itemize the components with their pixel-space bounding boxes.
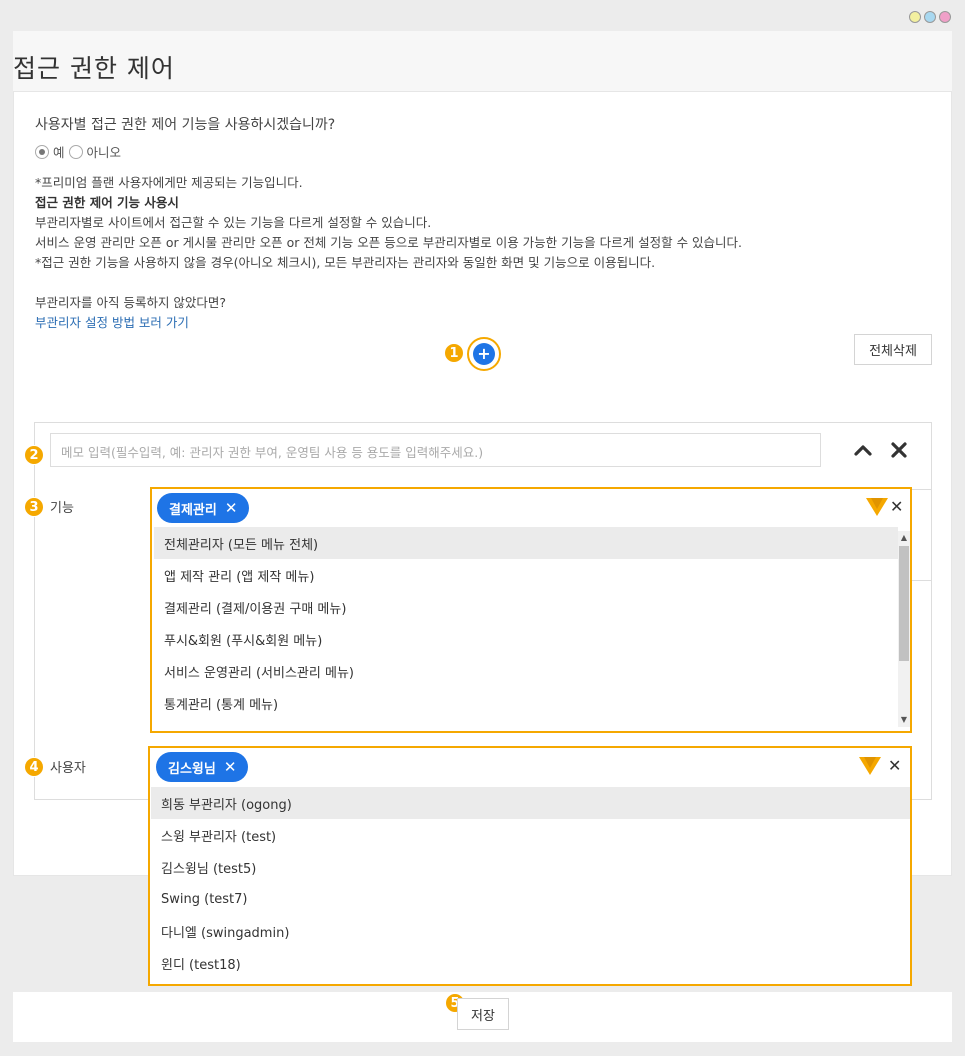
window-dot-blue[interactable] — [924, 11, 936, 23]
radio-yes[interactable] — [35, 144, 49, 159]
step-badge-4: 4 — [24, 757, 44, 777]
dropdown-arrow-icon[interactable] — [858, 756, 882, 776]
function-scrollbar-thumb[interactable] — [899, 546, 909, 661]
usage-heading: 접근 권한 제어 기능 사용시 — [35, 195, 179, 210]
scroll-up-icon[interactable]: ▲ — [898, 531, 910, 543]
function-option[interactable]: 통계관리 (통계 메뉴) — [154, 687, 898, 719]
function-option[interactable]: 푸시&회원 (푸시&회원 메뉴) — [154, 623, 898, 655]
access-control-radio-group: 예 아니오 — [35, 142, 125, 161]
function-selected-tag: 결제관리 ✕ — [157, 493, 250, 523]
radio-no-label[interactable]: 아니오 — [87, 142, 122, 161]
window-dot-yellow[interactable] — [909, 11, 921, 23]
tag-remove-icon[interactable]: ✕ — [224, 758, 237, 776]
user-option[interactable]: 희동 부관리자 (ogong) — [151, 787, 910, 819]
plus-icon: + — [473, 343, 495, 365]
delete-all-button[interactable]: 전체삭제 — [854, 334, 932, 365]
close-icon[interactable] — [889, 440, 909, 460]
usage-line-2: 서비스 운영 관리만 오픈 or 게시물 관리만 오픈 or 전체 기능 오픈 … — [35, 235, 743, 250]
clear-icon[interactable]: ✕ — [888, 756, 901, 775]
window-dot-pink[interactable] — [939, 11, 951, 23]
step-badge-3: 3 — [24, 497, 44, 517]
user-option[interactable]: 김스윙님 (test5) — [151, 851, 910, 883]
premium-note: *프리미엄 플랜 사용자에게만 제공되는 기능입니다. — [35, 175, 303, 190]
dropdown-arrow-icon[interactable] — [865, 497, 889, 517]
title-bar: 접근 권한 제어 — [13, 31, 952, 91]
user-option[interactable]: 다니엘 (swingadmin) — [151, 915, 910, 947]
function-option[interactable]: 결제관리 (결제/이용권 구매 메뉴) — [154, 591, 898, 623]
chevron-up-icon[interactable] — [852, 441, 874, 459]
function-option[interactable]: 전체관리자 (모든 메뉴 전체) — [154, 527, 898, 559]
step-badge-2: 2 — [24, 445, 44, 465]
window-controls — [909, 11, 951, 23]
scroll-down-icon[interactable]: ▼ — [898, 713, 910, 725]
user-option[interactable]: 스윙 부관리자 (test) — [151, 819, 910, 851]
usage-line-3: *접근 권한 기능을 사용하지 않을 경우(아니오 체크시), 모든 부관리자는… — [35, 255, 656, 270]
user-tag-label: 김스윙님 — [168, 761, 216, 777]
page-title: 접근 권한 제어 — [13, 54, 175, 83]
add-rule-button[interactable]: + — [467, 337, 501, 371]
guide-link[interactable]: 부관리자 설정 방법 보러 가기 — [35, 312, 189, 331]
user-selected-tag: 김스윙님 ✕ — [156, 752, 249, 782]
radio-no[interactable] — [68, 144, 83, 159]
clear-icon[interactable]: ✕ — [890, 497, 903, 516]
radio-yes-label[interactable]: 예 — [53, 142, 65, 161]
function-option[interactable]: 앱 제작 관리 (앱 제작 메뉴) — [154, 559, 898, 591]
user-option[interactable]: 윈디 (test18) — [151, 947, 910, 979]
function-label: 기능 — [50, 501, 74, 516]
user-option[interactable]: Swing (test7) — [151, 883, 910, 915]
access-control-question: 사용자별 접근 권한 제어 기능을 사용하시겠습니까? — [35, 117, 336, 133]
user-label: 사용자 — [50, 761, 86, 776]
function-option[interactable]: 서비스 운영관리 (서비스관리 메뉴) — [154, 655, 898, 687]
function-tag-label: 결제관리 — [169, 502, 217, 518]
memo-input[interactable]: 메모 입력(필수입력, 예: 관리자 권한 부여, 운영팀 사용 등 용도를 입… — [50, 433, 821, 467]
save-button[interactable]: 저장 — [457, 998, 509, 1030]
step-badge-1: 1 — [444, 343, 464, 363]
tag-remove-icon[interactable]: ✕ — [225, 499, 238, 517]
usage-line-1: 부관리자별로 사이트에서 접근할 수 있는 기능을 다르게 설정할 수 있습니다… — [35, 215, 432, 230]
unregistered-text: 부관리자를 아직 등록하지 않았다면? — [35, 295, 227, 310]
